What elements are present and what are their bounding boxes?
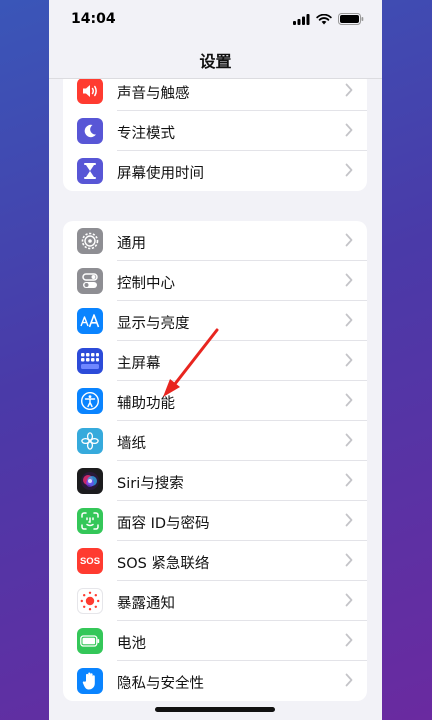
settings-row-emergency-sos[interactable]: SOS SOS 紧急联络 bbox=[63, 541, 367, 581]
home-indicator bbox=[155, 707, 275, 712]
hourglass-icon bbox=[77, 158, 103, 184]
home-screen-icon bbox=[77, 348, 103, 374]
status-time: 14:04 bbox=[71, 11, 116, 27]
settings-row-display[interactable]: 显示与亮度 bbox=[63, 301, 367, 341]
settings-row-siri[interactable]: Siri与搜索 bbox=[63, 461, 367, 501]
settings-row-control-center[interactable]: 控制中心 bbox=[63, 261, 367, 301]
status-bar: 14:04 bbox=[49, 0, 382, 38]
chevron-right-icon bbox=[345, 593, 353, 607]
hand-icon bbox=[77, 668, 103, 694]
settings-row-label: Siri与搜索 bbox=[117, 476, 184, 492]
chevron-right-icon bbox=[345, 473, 353, 487]
navigation-bar: 设置 bbox=[49, 38, 382, 79]
sos-icon-text: SOS bbox=[79, 555, 101, 567]
settings-row-accessibility[interactable]: 辅助功能 bbox=[63, 381, 367, 421]
speaker-icon bbox=[77, 78, 103, 104]
page-title: 设置 bbox=[199, 52, 232, 71]
settings-row-general[interactable]: 通用 bbox=[63, 221, 367, 261]
settings-row-label: 声音与触感 bbox=[117, 86, 190, 102]
settings-row-screen-time[interactable]: 屏幕使用时间 bbox=[63, 151, 367, 191]
settings-group-1: 声音与触感 专注模式 屏幕使用时间 bbox=[63, 71, 367, 191]
chevron-right-icon bbox=[345, 673, 353, 687]
chevron-right-icon bbox=[345, 163, 353, 177]
settings-row-label: 专注模式 bbox=[117, 126, 175, 142]
cellular-signal-icon bbox=[293, 13, 310, 25]
gear-icon bbox=[77, 228, 103, 254]
battery-status-icon bbox=[338, 13, 364, 25]
settings-row-label: 辅助功能 bbox=[117, 396, 175, 412]
chevron-right-icon bbox=[345, 553, 353, 567]
settings-row-label: 电池 bbox=[117, 636, 146, 652]
chevron-right-icon bbox=[345, 123, 353, 137]
exposure-icon bbox=[77, 588, 103, 614]
settings-row-home-screen[interactable]: 主屏幕 bbox=[63, 341, 367, 381]
text-size-icon bbox=[77, 308, 103, 334]
chevron-right-icon bbox=[345, 513, 353, 527]
face-id-icon bbox=[77, 508, 103, 534]
sos-icon: SOS bbox=[77, 548, 103, 574]
chevron-right-icon bbox=[345, 353, 353, 367]
settings-screen: 14:04 设置 声音与触感 专注模式 屏幕使用时间 通用 控制中心 显示与亮度… bbox=[49, 0, 382, 720]
chevron-right-icon bbox=[345, 233, 353, 247]
status-icons bbox=[293, 13, 364, 25]
chevron-right-icon bbox=[345, 433, 353, 447]
settings-row-wallpaper[interactable]: 墙纸 bbox=[63, 421, 367, 461]
settings-row-battery[interactable]: 电池 bbox=[63, 621, 367, 661]
chevron-right-icon bbox=[345, 393, 353, 407]
settings-row-face-id[interactable]: 面容 ID与密码 bbox=[63, 501, 367, 541]
chevron-right-icon bbox=[345, 83, 353, 97]
settings-row-privacy[interactable]: 隐私与安全性 bbox=[63, 661, 367, 701]
settings-row-label: 通用 bbox=[117, 236, 146, 252]
settings-row-label: 显示与亮度 bbox=[117, 316, 190, 332]
wifi-icon bbox=[316, 13, 332, 24]
battery-icon bbox=[77, 628, 103, 654]
settings-row-exposure-notifications[interactable]: 暴露通知 bbox=[63, 581, 367, 621]
settings-row-focus[interactable]: 专注模式 bbox=[63, 111, 367, 151]
settings-row-label: SOS 紧急联络 bbox=[117, 556, 210, 572]
settings-group-2: 通用 控制中心 显示与亮度 主屏幕 辅助功能 墙纸 Siri与搜索 面容 ID与… bbox=[63, 221, 367, 701]
settings-row-label: 主屏幕 bbox=[117, 356, 161, 372]
accessibility-icon bbox=[77, 388, 103, 414]
settings-row-label: 暴露通知 bbox=[117, 596, 175, 612]
siri-icon bbox=[77, 468, 103, 494]
settings-row-label: 隐私与安全性 bbox=[117, 676, 204, 692]
moon-icon bbox=[77, 118, 103, 144]
chevron-right-icon bbox=[345, 273, 353, 287]
settings-row-label: 墙纸 bbox=[117, 436, 146, 452]
chevron-right-icon bbox=[345, 313, 353, 327]
toggles-icon bbox=[77, 268, 103, 294]
chevron-right-icon bbox=[345, 633, 353, 647]
settings-row-label: 屏幕使用时间 bbox=[117, 166, 204, 182]
settings-row-label: 控制中心 bbox=[117, 276, 175, 292]
flower-icon bbox=[77, 428, 103, 454]
settings-row-label: 面容 ID与密码 bbox=[117, 516, 210, 532]
